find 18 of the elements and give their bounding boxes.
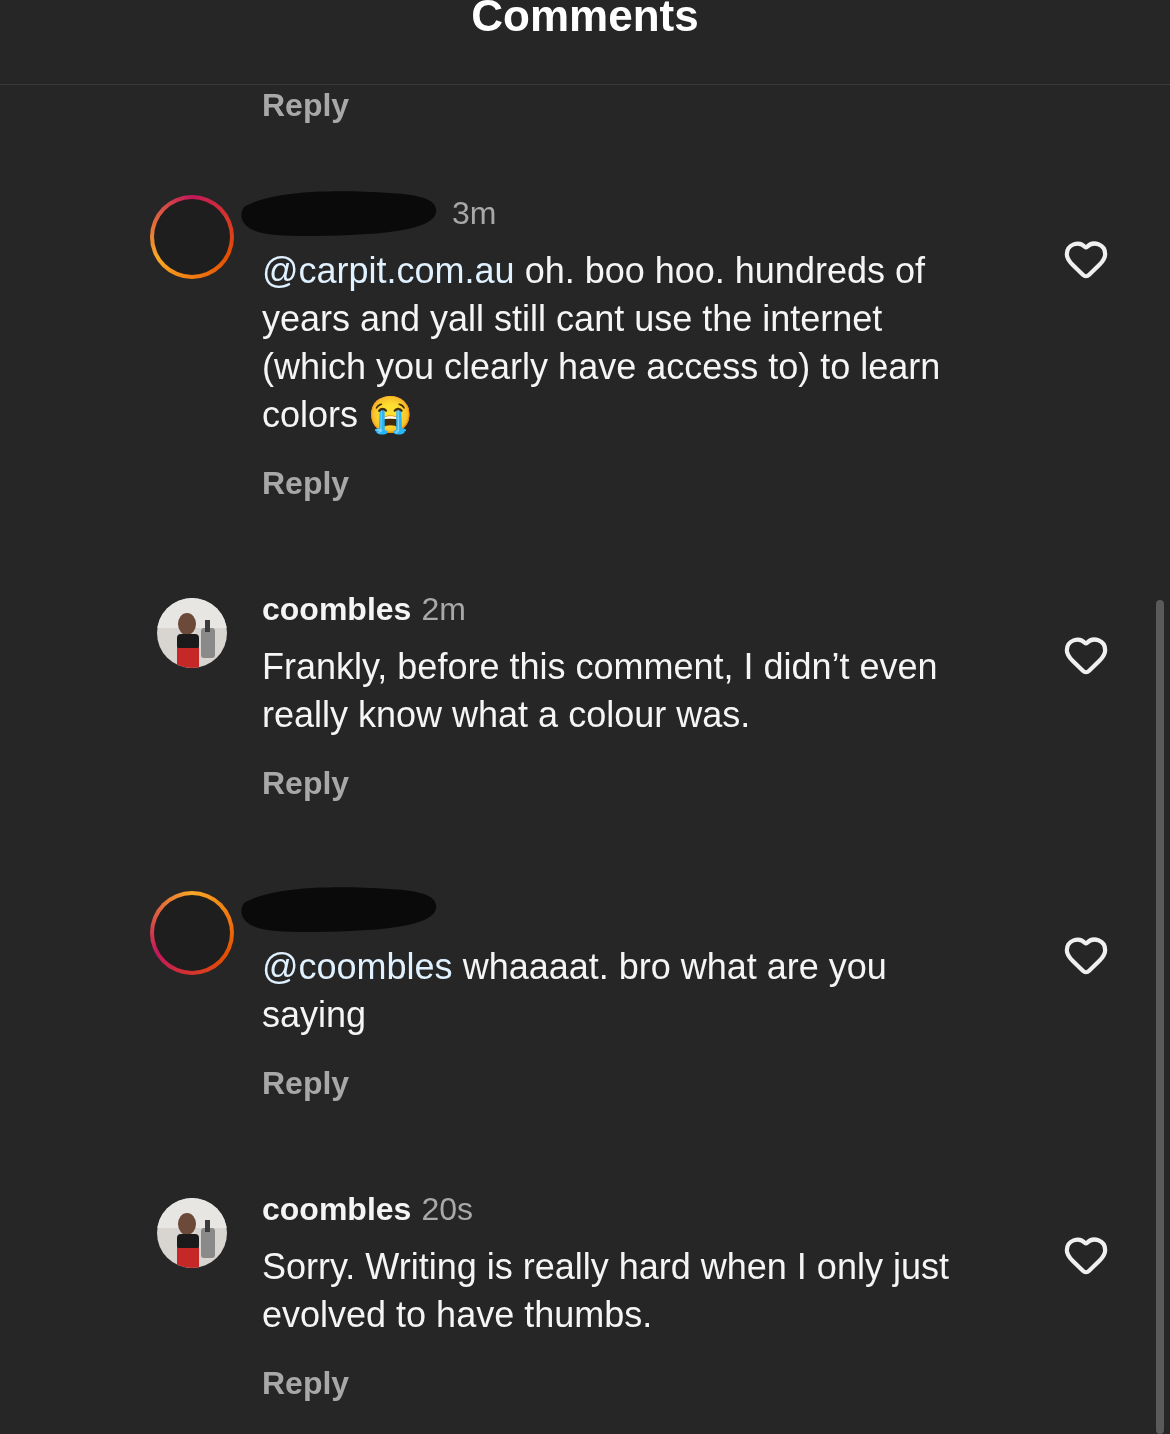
comment-text: @coombles whaaaat. bro what are you saying <box>262 945 888 1037</box>
comment-time: 2m <box>421 590 466 628</box>
reply-link[interactable]: Reply <box>262 1363 350 1403</box>
comment-time: 20s <box>421 1190 473 1228</box>
comment-text: Sorry. Writing is really hard when I only just evolved to have thumbs. <box>262 1245 950 1337</box>
mention-link[interactable]: @carpit.com.au <box>262 250 515 291</box>
scrollbar[interactable] <box>1156 600 1164 1434</box>
screen-title: Comments <box>471 0 699 42</box>
reply-link[interactable]: Reply <box>262 463 350 503</box>
comment-time: 3m <box>452 194 497 232</box>
reply-link[interactable]: Reply <box>262 1063 350 1103</box>
comment-text: Frankly, before this comment, I didn’t even really know what a colour was. <box>262 645 939 737</box>
reply-link[interactable]: Reply <box>262 763 350 803</box>
reply-link[interactable]: Reply <box>262 85 350 125</box>
comment-text: @carpit.com.au oh. boo hoo. hundreds of years and yall still cant use the internet (which you clearly have access to) to learn colors 😭 <box>262 249 942 437</box>
username[interactable]: coombles <box>262 590 412 628</box>
username[interactable]: coombles <box>262 1190 412 1228</box>
mention-link[interactable]: @coombles <box>262 946 453 987</box>
